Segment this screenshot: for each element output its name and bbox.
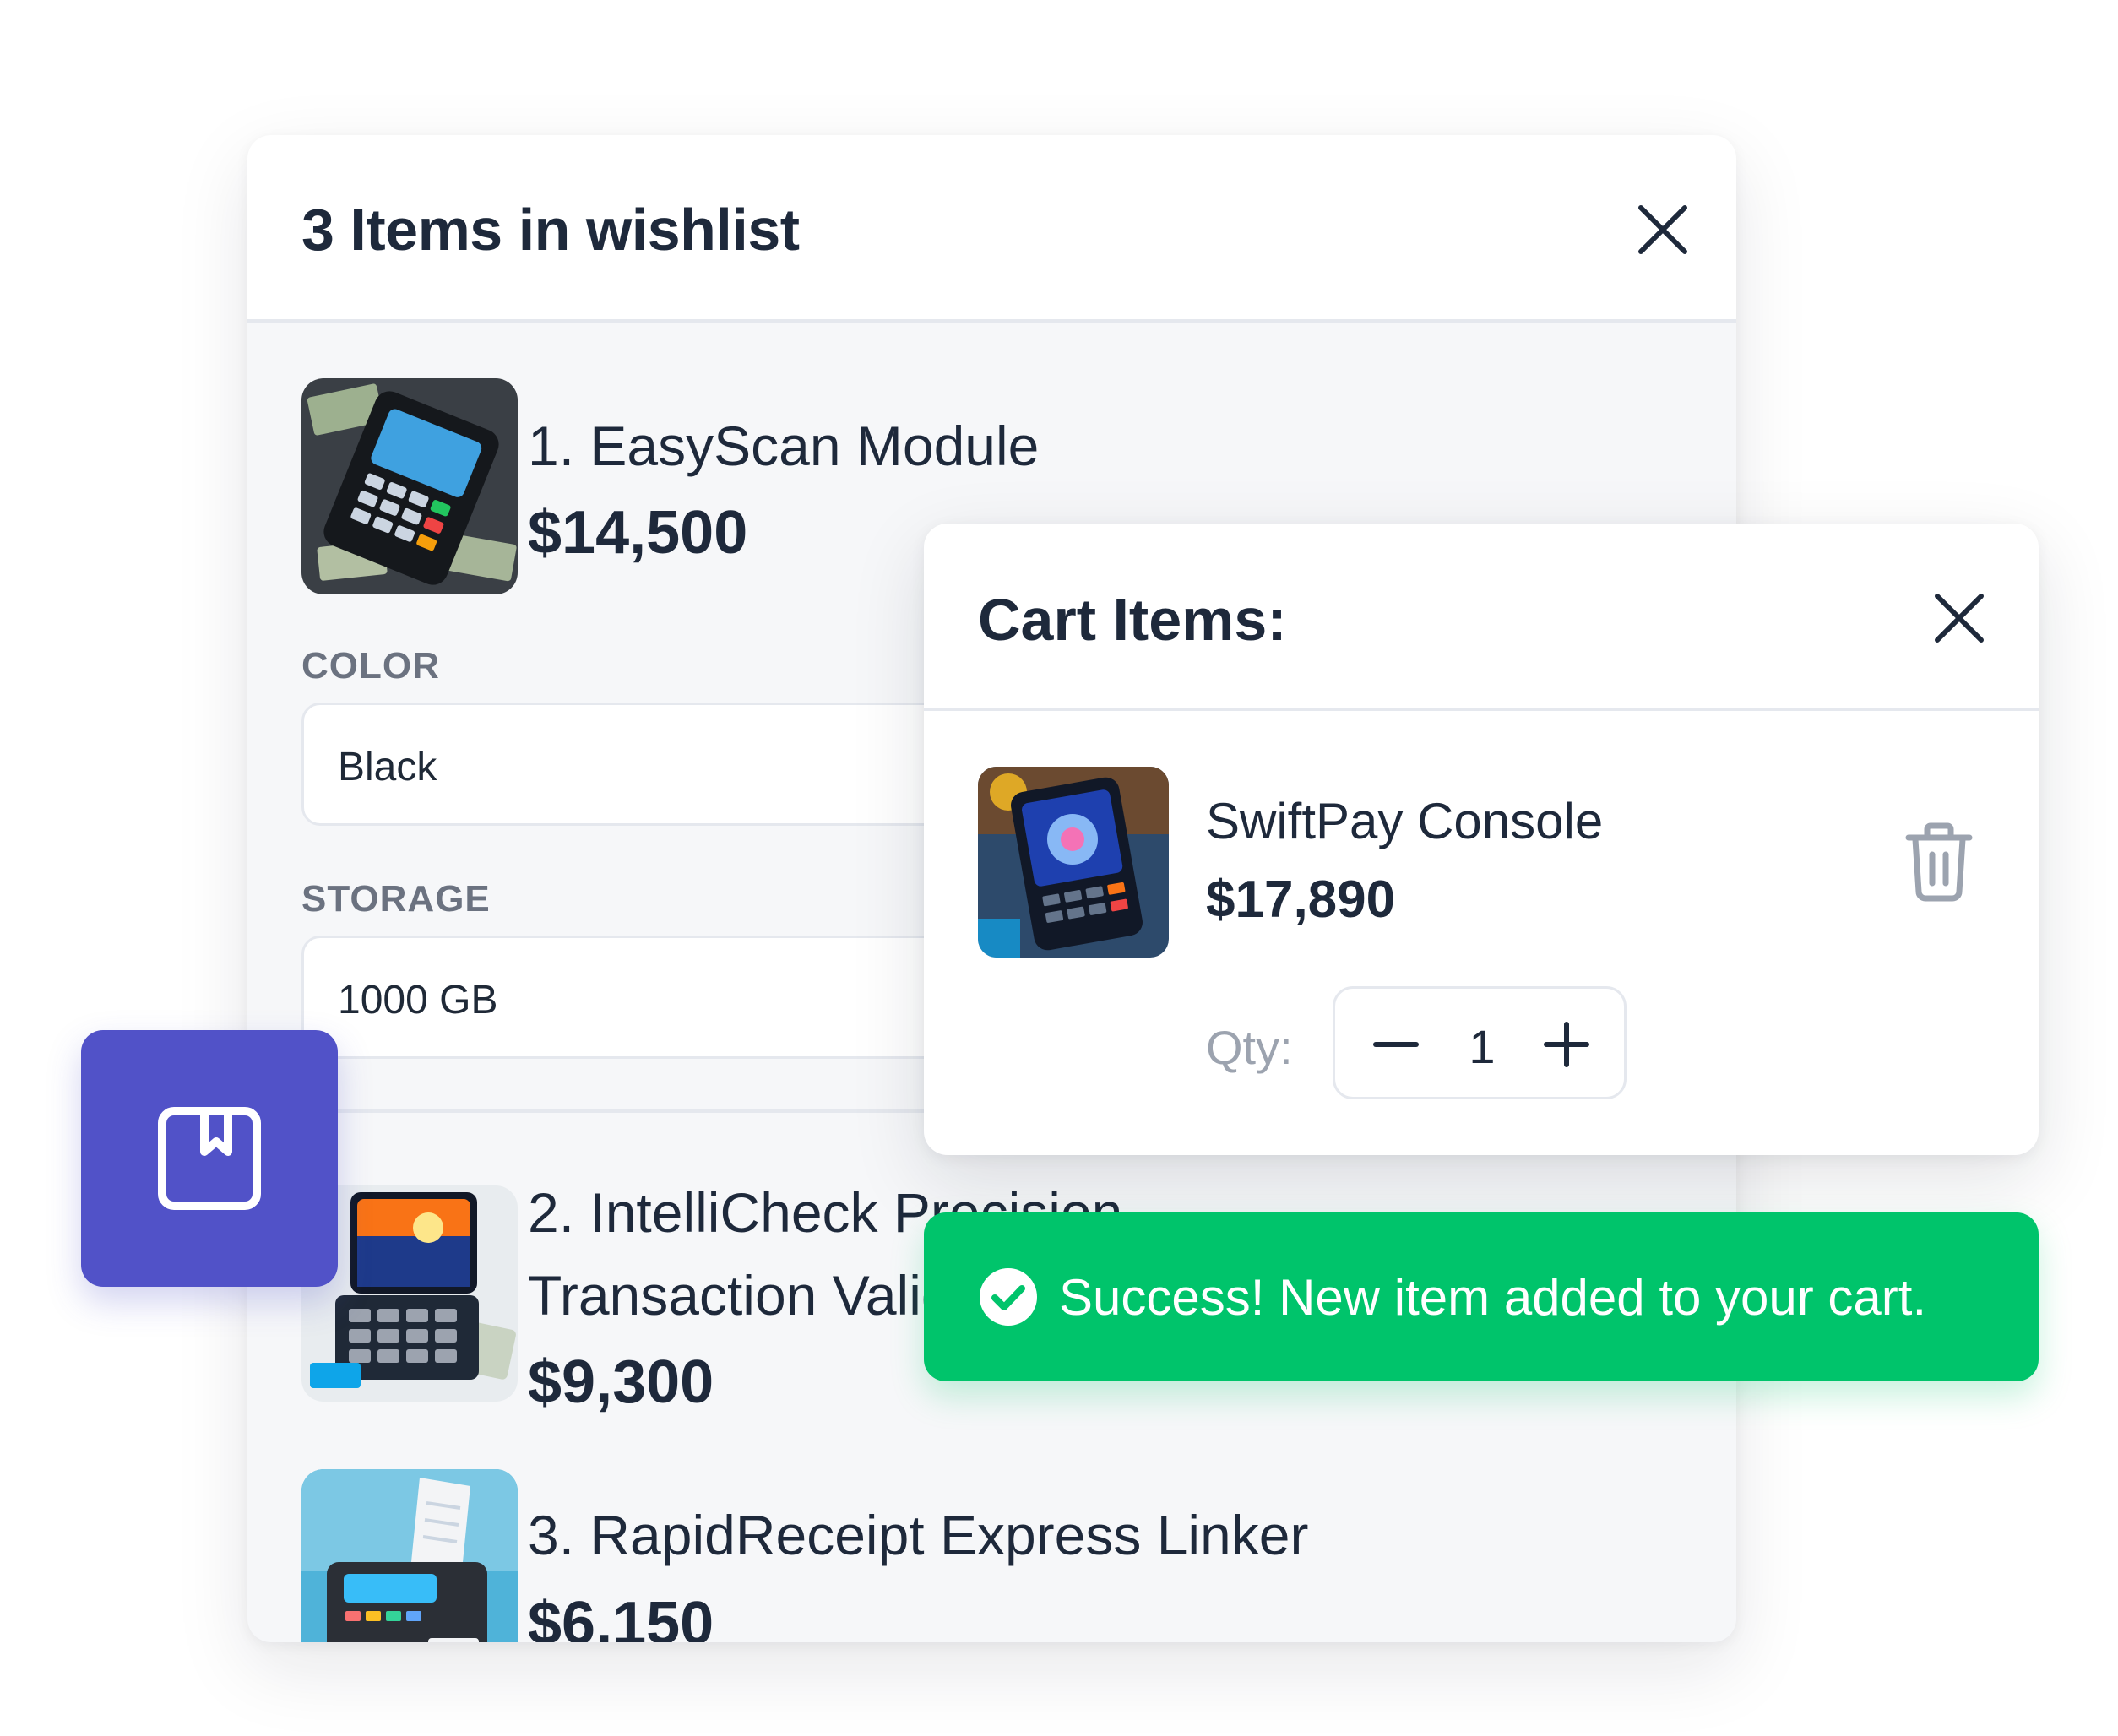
check-circle-icon <box>978 1267 1039 1327</box>
cart-panel: Cart Items: SwiftPay Console $17,890 Qty… <box>924 524 2039 1155</box>
qty-value[interactable]: 1 <box>1457 1019 1507 1074</box>
decrease-qty-button[interactable] <box>1367 1016 1425 1073</box>
color-label: COLOR <box>301 645 440 686</box>
swiftpay-console-image[interactable] <box>978 767 1169 958</box>
minus-icon <box>1373 1042 1419 1047</box>
color-value: Black <box>338 745 437 789</box>
rapidreceipt-image[interactable] <box>301 1469 518 1642</box>
cart-header: Cart Items: <box>924 524 2039 711</box>
bookmark-icon <box>158 1107 261 1210</box>
cart-title: Cart Items: <box>978 587 1287 653</box>
toast-message: Success! New item added to your cart. <box>1059 1269 1927 1326</box>
easyscan-module-image[interactable] <box>301 378 518 594</box>
bookmark-badge[interactable] <box>81 1030 338 1287</box>
wishlist-item-3-price: $6,150 <box>528 1590 714 1642</box>
quantity-stepper: 1 <box>1333 986 1627 1099</box>
storage-value: 1000 GB <box>338 978 498 1023</box>
stage: 3 Items in wishlist 1. EasyScan Module $… <box>0 0 2118 1736</box>
wishlist-item-1-name[interactable]: 1. EasyScan Module <box>528 414 1039 478</box>
cart-close-icon[interactable] <box>1929 588 1990 648</box>
wishlist-close-icon[interactable] <box>1632 199 1693 260</box>
wishlist-item-3-name[interactable]: 3. RapidReceipt Express Linker <box>528 1503 1308 1567</box>
cart-item-price: $17,890 <box>1206 871 1396 929</box>
storage-label: STORAGE <box>301 878 491 920</box>
wishlist-header: 3 Items in wishlist <box>247 135 1736 323</box>
cart-item-name[interactable]: SwiftPay Console <box>1206 792 1603 850</box>
plus-icon <box>1544 1022 1589 1067</box>
trash-icon[interactable] <box>1903 821 1974 902</box>
increase-qty-button[interactable] <box>1538 1016 1595 1073</box>
qty-label: Qty: <box>1206 1021 1293 1074</box>
wishlist-item-2-price: $9,300 <box>528 1348 714 1416</box>
wishlist-item-1-price: $14,500 <box>528 499 748 567</box>
wishlist-title: 3 Items in wishlist <box>301 197 800 263</box>
success-toast[interactable]: Success! New item added to your cart. <box>924 1212 2039 1381</box>
